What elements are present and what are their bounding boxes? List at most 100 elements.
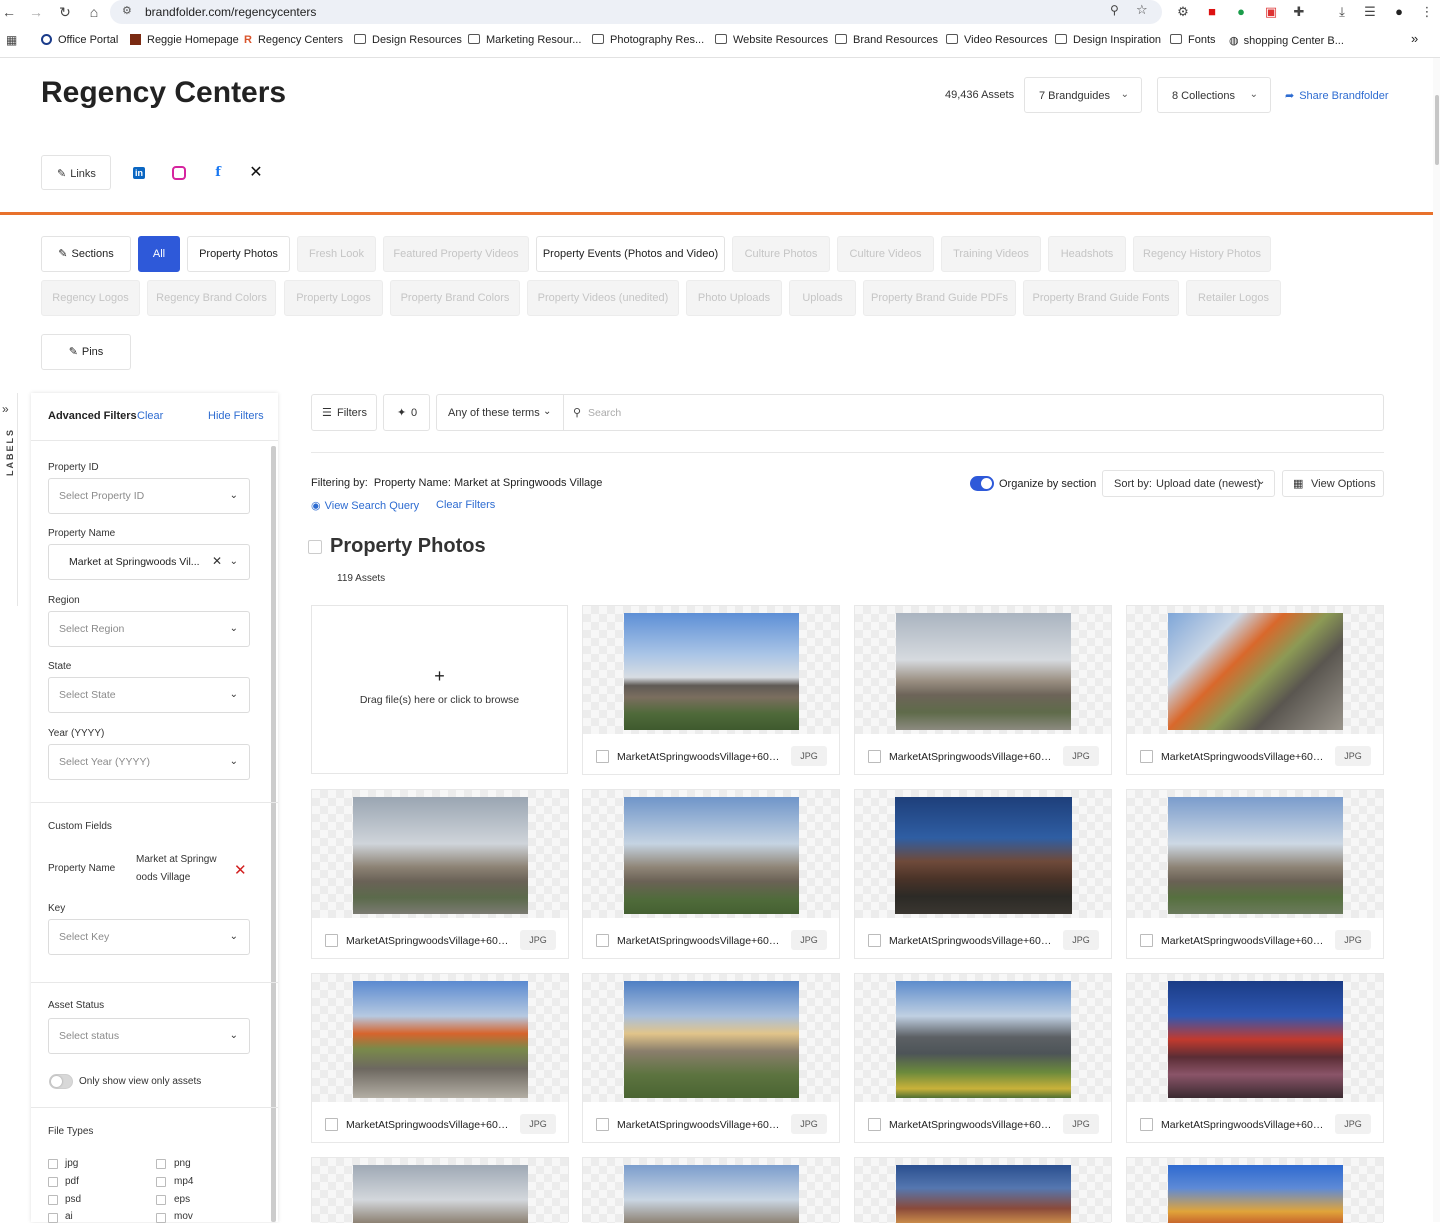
asset-thumbnail[interactable]: [896, 1165, 1071, 1223]
bookmark-design-resources[interactable]: Design Resources: [354, 34, 462, 46]
filetype-png-checkbox[interactable]: [156, 1159, 166, 1169]
reload-icon[interactable]: ↻: [56, 3, 74, 21]
asset-card[interactable]: MarketAtSpringwoodsVillage+607... JPG: [854, 789, 1112, 959]
asset-checkbox[interactable]: [1140, 750, 1153, 763]
tab-uploads[interactable]: Uploads: [789, 280, 856, 316]
asset-checkbox[interactable]: [325, 1118, 338, 1131]
asset-checkbox[interactable]: [1140, 934, 1153, 947]
asset-checkbox[interactable]: [868, 934, 881, 947]
asset-thumbnail[interactable]: [624, 981, 799, 1098]
asset-card[interactable]: MarketAtSpringwoodsVillage+607... JPG: [582, 605, 840, 775]
asset-card[interactable]: MarketAtSpringwoodsVillage+607... JPG: [1126, 973, 1384, 1143]
view-only-toggle[interactable]: [49, 1074, 73, 1089]
more-bookmarks-icon[interactable]: »: [1411, 31, 1418, 46]
instagram-icon[interactable]: [172, 166, 186, 180]
zoom-icon[interactable]: ⚲: [1110, 3, 1119, 17]
tab-fresh-look[interactable]: Fresh Look: [297, 236, 376, 272]
asset-checkbox[interactable]: [596, 1118, 609, 1131]
asset-thumbnail[interactable]: [896, 613, 1071, 730]
tab-property-photos[interactable]: Property Photos: [187, 236, 290, 272]
key-select[interactable]: Select Key ⌄: [48, 919, 250, 955]
asset-card[interactable]: MarketAtSpringwoodsVillage+607... JPG: [1126, 605, 1384, 775]
asset-checkbox[interactable]: [325, 934, 338, 947]
year-select[interactable]: Select Year (YYYY) ⌄: [48, 744, 250, 780]
tab-regency-history-photos[interactable]: Regency History Photos: [1133, 236, 1271, 272]
home-icon[interactable]: ⌂: [85, 3, 103, 21]
state-select[interactable]: Select State ⌄: [48, 677, 250, 713]
asset-thumbnail[interactable]: [896, 981, 1071, 1098]
asset-card[interactable]: MarketAtSpringwoodsVillage+607... JPG: [854, 973, 1112, 1143]
bookmark-regency-centers[interactable]: R Regency Centers: [244, 34, 343, 46]
tab-property-brand-colors[interactable]: Property Brand Colors: [390, 280, 520, 316]
filetype-pdf-checkbox[interactable]: [48, 1177, 58, 1187]
asset-thumbnail[interactable]: [624, 797, 799, 914]
expand-labels-icon[interactable]: »: [2, 402, 9, 416]
tab-photo-uploads[interactable]: Photo Uploads: [686, 280, 782, 316]
address-bar[interactable]: ⚙ brandfolder.com/regencycenters ⚲ ☆: [110, 0, 1162, 24]
tab-culture-photos[interactable]: Culture Photos: [732, 236, 830, 272]
extension-gear-icon[interactable]: ⚙: [1174, 3, 1192, 21]
bookmark-design-inspiration[interactable]: Design Inspiration: [1055, 34, 1161, 46]
filters-button[interactable]: ☰ Filters: [311, 394, 377, 431]
collections-dropdown[interactable]: 8 Collections ⌄: [1157, 77, 1271, 113]
tab-headshots[interactable]: Headshots: [1048, 236, 1126, 272]
tab-featured-property-videos[interactable]: Featured Property Videos: [383, 236, 529, 272]
share-brandfolder-link[interactable]: ➦ Share Brandfolder: [1285, 89, 1389, 102]
clear-filters-link[interactable]: Clear Filters: [436, 499, 495, 511]
profile-avatar-icon[interactable]: ●: [1390, 3, 1408, 21]
pdf-extension-icon[interactable]: ■: [1203, 3, 1221, 21]
tab-regency-logos[interactable]: Regency Logos: [41, 280, 140, 316]
bookmark-website-resources[interactable]: Website Resources: [715, 34, 828, 46]
labels-panel-collapsed[interactable]: [0, 393, 18, 606]
forward-icon[interactable]: →: [27, 3, 45, 21]
bookmark-marketing-resources[interactable]: Marketing Resour...: [468, 34, 581, 46]
pinned-filters-button[interactable]: ✦ 0: [383, 394, 430, 431]
remove-custom-field-icon[interactable]: ✕: [234, 863, 247, 878]
browser-menu-icon[interactable]: ⋮: [1418, 3, 1436, 21]
grammarly-icon[interactable]: ●: [1232, 3, 1250, 21]
search-input[interactable]: ⚲: [563, 394, 1384, 431]
filters-scrollbar[interactable]: [271, 446, 276, 1222]
tab-property-logos[interactable]: Property Logos: [284, 280, 383, 316]
asset-thumbnail[interactable]: [1168, 613, 1343, 730]
property-id-select[interactable]: Select Property ID ⌄: [48, 478, 250, 514]
clear-filters-link[interactable]: Clear: [137, 410, 163, 422]
view-options-button[interactable]: ▦ View Options: [1282, 470, 1384, 497]
site-info-icon[interactable]: ⚙: [122, 4, 132, 17]
asset-thumbnail[interactable]: [624, 1165, 799, 1223]
asset-status-select[interactable]: Select status ⌄: [48, 1018, 250, 1054]
calendar-extension-icon[interactable]: ▣: [1262, 3, 1280, 21]
filetype-jpg-checkbox[interactable]: [48, 1159, 58, 1169]
asset-card[interactable]: MarketAtSpringwoodsVillage+607... JPG: [582, 789, 840, 959]
search-operator-dropdown[interactable]: Any of these terms ⌄: [436, 394, 564, 431]
asset-checkbox[interactable]: [596, 750, 609, 763]
bookmark-photography-resources[interactable]: Photography Res...: [592, 34, 704, 46]
bookmark-reggie-homepage[interactable]: Reggie Homepage: [130, 34, 239, 46]
bookmark-fonts[interactable]: Fonts: [1170, 34, 1216, 46]
select-section-checkbox[interactable]: [308, 540, 322, 554]
facebook-icon[interactable]: f: [210, 165, 226, 181]
tab-property-brand-guide-fonts[interactable]: Property Brand Guide Fonts: [1023, 280, 1179, 316]
edit-links-button[interactable]: ✎ Links: [41, 155, 111, 190]
sort-dropdown[interactable]: Sort by: Upload date (newest) ⌄: [1102, 470, 1275, 497]
asset-card[interactable]: MarketAtSpringwoodsVillage+607... JPG: [311, 973, 569, 1143]
asset-checkbox[interactable]: [596, 934, 609, 947]
asset-card[interactable]: [311, 1157, 569, 1223]
property-name-select[interactable]: Market at Springwoods Vil... ✕ ⌄: [48, 544, 250, 580]
filetype-psd-checkbox[interactable]: [48, 1195, 58, 1205]
asset-thumbnail[interactable]: [1168, 981, 1343, 1098]
asset-thumbnail[interactable]: [895, 797, 1072, 914]
tab-property-brand-guide-pdfs[interactable]: Property Brand Guide PDFs: [863, 280, 1016, 316]
region-select[interactable]: Select Region ⌄: [48, 611, 250, 647]
bookmark-star-icon[interactable]: ☆: [1136, 2, 1148, 18]
tab-culture-videos[interactable]: Culture Videos: [837, 236, 934, 272]
asset-checkbox[interactable]: [1140, 1118, 1153, 1131]
linkedin-icon[interactable]: in: [133, 167, 145, 179]
asset-card[interactable]: MarketAtSpringwoodsVillage+607... JPG: [582, 973, 840, 1143]
x-twitter-icon[interactable]: ✕: [248, 165, 264, 181]
edit-sections-button[interactable]: ✎ Sections: [41, 236, 131, 272]
bookmark-office-portal[interactable]: Office Portal: [41, 34, 118, 46]
organize-by-section-toggle[interactable]: [970, 476, 994, 491]
asset-thumbnail[interactable]: [353, 1165, 528, 1223]
reading-list-icon[interactable]: ☰: [1361, 3, 1379, 21]
